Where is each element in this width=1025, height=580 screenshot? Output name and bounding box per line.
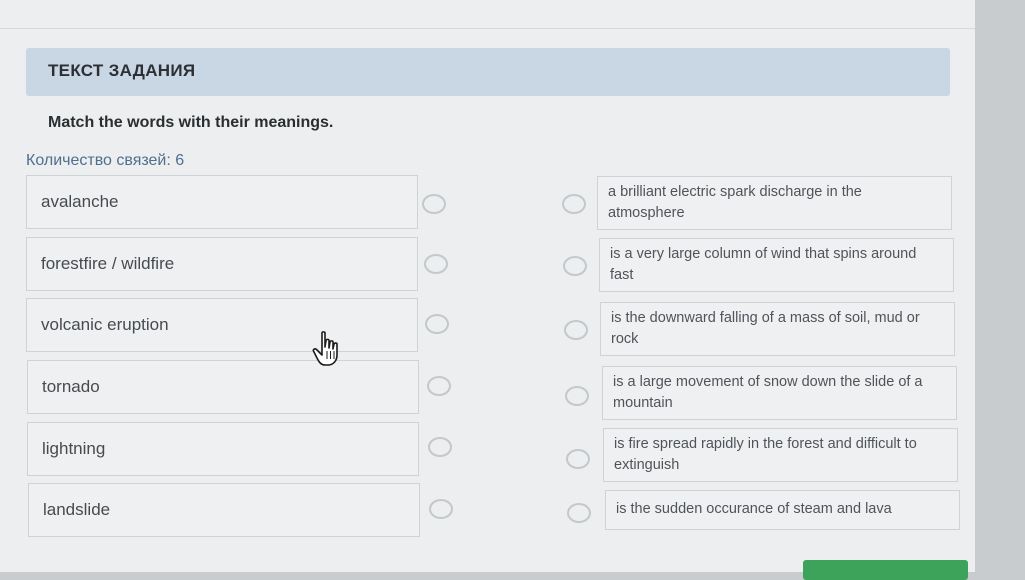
left-item-label: tornado [42, 377, 100, 396]
left-item-tornado[interactable]: tornado [27, 360, 419, 414]
left-item-label: lightning [42, 439, 106, 458]
left-item-label: volcanic eruption [41, 315, 169, 334]
left-connector-6[interactable] [429, 499, 453, 519]
right-item-5[interactable]: is fire spread rapidly in the forest and… [603, 428, 958, 482]
left-connector-3[interactable] [425, 314, 449, 334]
left-item-forestfire[interactable]: forestfire / wildfire [26, 237, 418, 291]
right-item-text: a brilliant electric spark discharge in … [608, 184, 862, 221]
submit-button[interactable] [803, 560, 968, 580]
right-item-text: is the downward falling of a mass of soi… [611, 310, 920, 347]
left-item-volcanic-eruption[interactable]: volcanic eruption [26, 298, 418, 352]
right-item-2[interactable]: is a very large column of wind that spin… [599, 238, 954, 292]
right-item-text: is fire spread rapidly in the forest and… [614, 436, 917, 473]
left-item-label: forestfire / wildfire [41, 254, 175, 273]
right-item-text: is a very large column of wind that spin… [610, 246, 917, 283]
left-connector-4[interactable] [427, 376, 451, 396]
right-connector-2[interactable] [563, 256, 587, 276]
left-connector-1[interactable] [422, 194, 446, 214]
right-connector-6[interactable] [567, 503, 591, 523]
right-connector-5[interactable] [566, 449, 590, 469]
left-item-avalanche[interactable]: avalanche [26, 175, 418, 229]
top-divider [0, 28, 975, 29]
right-connector-1[interactable] [562, 194, 586, 214]
right-item-4[interactable]: is a large movement of snow down the sli… [602, 366, 957, 420]
left-item-landslide[interactable]: landslide [28, 483, 420, 537]
left-connector-5[interactable] [428, 437, 452, 457]
left-item-label: avalanche [41, 192, 119, 211]
right-item-1[interactable]: a brilliant electric spark discharge in … [597, 176, 952, 230]
left-item-lightning[interactable]: lightning [27, 422, 419, 476]
left-connector-2[interactable] [424, 254, 448, 274]
right-item-6[interactable]: is the sudden occurance of steam and lav… [605, 490, 960, 530]
right-item-text: is a large movement of snow down the sli… [613, 374, 923, 411]
task-instruction: Match the words with their meanings. [48, 114, 334, 131]
task-header: ТЕКСТ ЗАДАНИЯ [26, 48, 950, 96]
right-item-3[interactable]: is the downward falling of a mass of soi… [600, 302, 955, 356]
left-item-label: landslide [43, 500, 111, 519]
task-header-title: ТЕКСТ ЗАДАНИЯ [48, 61, 196, 80]
right-connector-4[interactable] [565, 386, 589, 406]
connections-count: Количество связей: 6 [26, 152, 185, 169]
right-item-text: is the sudden occurance of steam and lav… [616, 501, 892, 517]
task-page: ТЕКСТ ЗАДАНИЯ Match the words with their… [0, 0, 975, 580]
right-connector-3[interactable] [564, 320, 588, 340]
hand-pointer-icon [312, 331, 338, 366]
